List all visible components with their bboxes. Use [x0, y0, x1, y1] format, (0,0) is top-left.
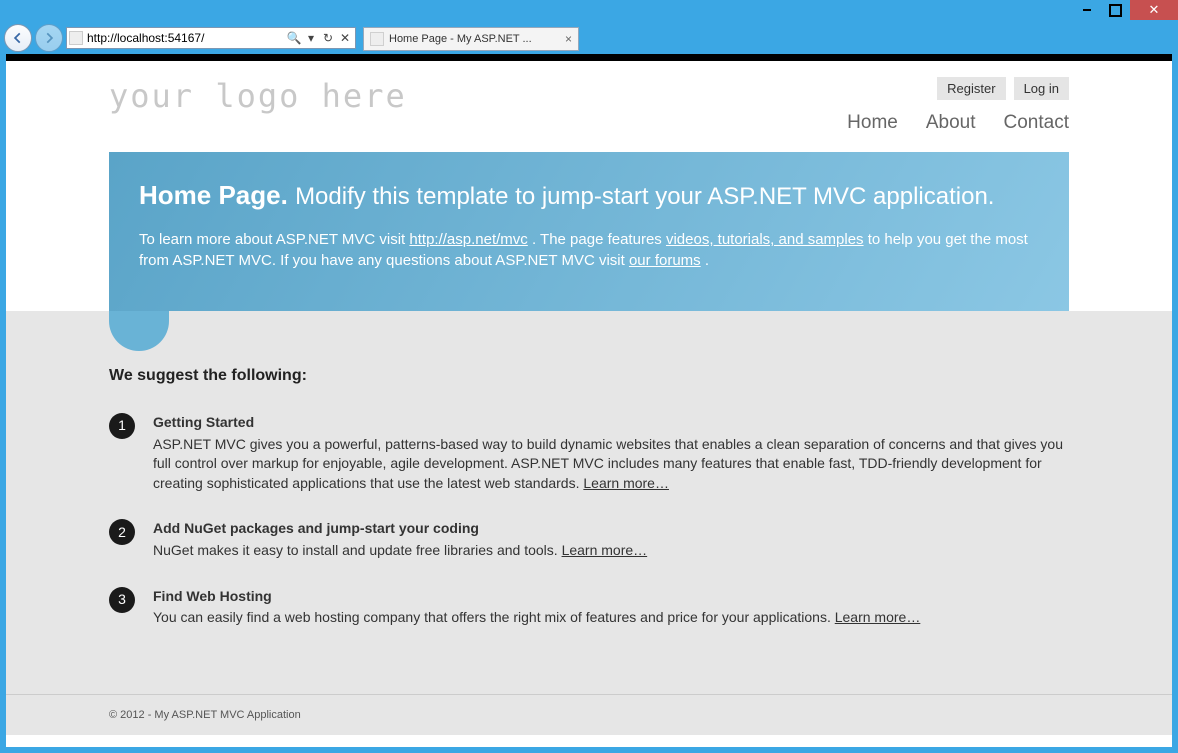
tab-close-button[interactable]: ×: [565, 32, 572, 46]
forward-button[interactable]: [35, 24, 63, 52]
page-icon: [69, 31, 83, 45]
site-logo[interactable]: your logo here: [109, 77, 407, 115]
suggest-item-title: Getting Started: [153, 413, 1069, 433]
window-close-button[interactable]: [1130, 0, 1178, 20]
refresh-icon[interactable]: ↻: [320, 30, 336, 46]
arrow-right-icon: [42, 31, 56, 45]
suggest-item-body: NuGet makes it easy to install and updat…: [153, 542, 562, 558]
tab-title: Home Page - My ASP.NET ...: [389, 33, 560, 45]
arrow-left-icon: [11, 31, 25, 45]
hero-title-main: Home Page.: [139, 180, 288, 210]
top-black-bar: [6, 54, 1172, 61]
hero-subtitle: Modify this template to jump-start your …: [295, 183, 994, 210]
learn-more-link[interactable]: Learn more…: [562, 542, 648, 558]
window-maximize-button[interactable]: [1101, 0, 1130, 20]
login-link[interactable]: Log in: [1014, 77, 1069, 100]
hero-link-features[interactable]: videos, tutorials, and samples: [666, 231, 864, 248]
learn-more-link[interactable]: Learn more…: [835, 609, 921, 625]
hero-link-aspnet[interactable]: http://asp.net/mvc: [409, 231, 527, 248]
tab-page-icon: [370, 32, 384, 46]
nav-contact[interactable]: Contact: [1004, 112, 1069, 134]
browser-tab[interactable]: Home Page - My ASP.NET ... ×: [363, 27, 579, 51]
url-input[interactable]: [87, 31, 286, 45]
dropdown-icon[interactable]: ▾: [303, 30, 319, 46]
browser-chrome: 🔍 ▾ ↻ ✕ Home Page - My ASP.NET ... ×: [0, 0, 1178, 52]
suggest-item-body: You can easily find a web hosting compan…: [153, 609, 835, 625]
hero-paragraph: To learn more about ASP.NET MVC visit ht…: [139, 229, 1039, 271]
search-icon[interactable]: 🔍: [286, 30, 302, 46]
window-minimize-button[interactable]: [1072, 0, 1101, 20]
back-button[interactable]: [4, 24, 32, 52]
address-bar[interactable]: 🔍 ▾ ↻ ✕: [66, 27, 356, 49]
suggest-item-2: Add NuGet packages and jump-start your c…: [109, 519, 1069, 560]
hero-link-forums[interactable]: our forums: [629, 252, 701, 269]
site-footer: © 2012 - My ASP.NET MVC Application: [6, 694, 1172, 735]
suggest-heading: We suggest the following:: [109, 367, 1069, 385]
suggest-item-1: Getting Started ASP.NET MVC gives you a …: [109, 413, 1069, 493]
stop-icon[interactable]: ✕: [337, 30, 353, 46]
hero-title: Home Page. Modify this template to jump-…: [139, 180, 994, 210]
main-nav: Home About Contact: [847, 112, 1069, 134]
suggest-item-3: Find Web Hosting You can easily find a w…: [109, 587, 1069, 628]
suggest-item-title: Find Web Hosting: [153, 587, 1069, 607]
hero-banner: Home Page. Modify this template to jump-…: [109, 152, 1069, 311]
body-section: We suggest the following: Getting Starte…: [6, 311, 1172, 694]
register-link[interactable]: Register: [937, 77, 1005, 100]
page-viewport: your logo here Register Log in Home Abou…: [6, 54, 1172, 747]
site-header: your logo here Register Log in Home Abou…: [109, 61, 1069, 134]
nav-about[interactable]: About: [926, 112, 976, 134]
nav-home[interactable]: Home: [847, 112, 898, 134]
footer-text: © 2012 - My ASP.NET MVC Application: [109, 709, 301, 721]
suggest-item-title: Add NuGet packages and jump-start your c…: [153, 519, 1069, 539]
learn-more-link[interactable]: Learn more…: [583, 475, 669, 491]
